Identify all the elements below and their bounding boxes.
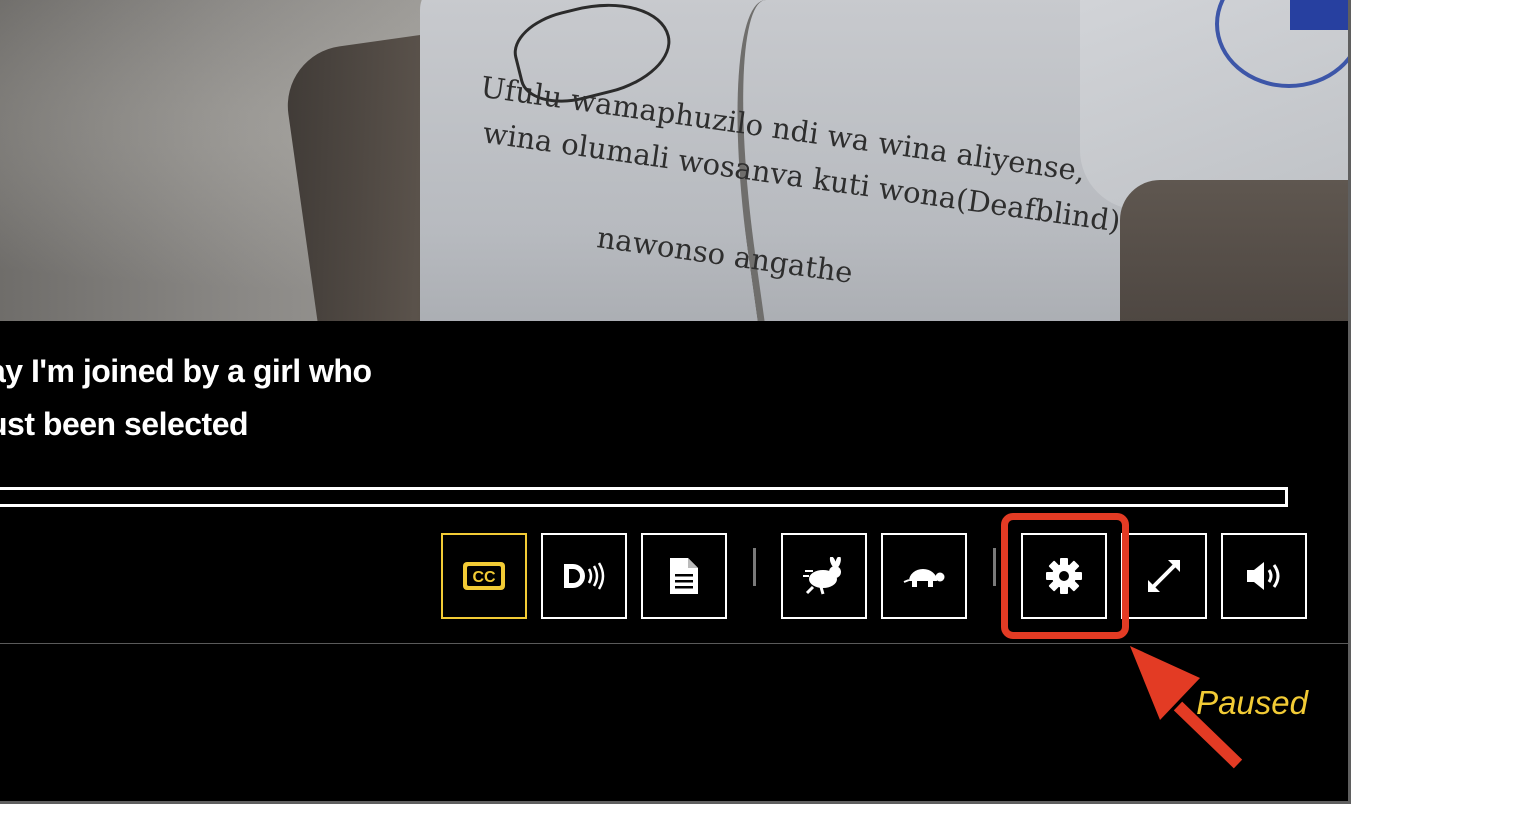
audio-description-icon (564, 562, 605, 590)
video-frame[interactable]: Ufulu wamaphuzilo ndi wa wina aliyense, … (0, 0, 1348, 321)
speaker-icon (1247, 562, 1280, 590)
video-arm-right (1120, 180, 1348, 321)
gear-icon (1046, 558, 1082, 594)
video-shirt-logo-block (1290, 0, 1348, 30)
slower-button[interactable] (881, 533, 967, 619)
expand-icon (1148, 560, 1180, 592)
document-icon (670, 558, 698, 594)
media-player: Ufulu wamaphuzilo ndi wa wina aliyense, … (0, 0, 1351, 804)
turtle-icon (903, 569, 945, 587)
control-separator (753, 548, 756, 586)
audio-description-button[interactable] (541, 533, 627, 619)
settings-button[interactable] (1021, 533, 1107, 619)
rabbit-icon (803, 557, 841, 595)
seek-bar[interactable] (0, 487, 1288, 507)
fullscreen-button[interactable] (1121, 533, 1207, 619)
volume-button[interactable] (1221, 533, 1307, 619)
captions-button[interactable]: CC (441, 533, 527, 619)
control-separator (993, 548, 996, 586)
faster-button[interactable] (781, 533, 867, 619)
caption-line-2: ust been selected (0, 406, 249, 442)
closed-captions-icon: CC (463, 562, 505, 590)
annotation-arrow (1130, 646, 1243, 769)
transcript-button[interactable] (641, 533, 727, 619)
caption-line-1: ay I'm joined by a girl who (0, 353, 372, 389)
svg-text:CC: CC (472, 569, 496, 586)
